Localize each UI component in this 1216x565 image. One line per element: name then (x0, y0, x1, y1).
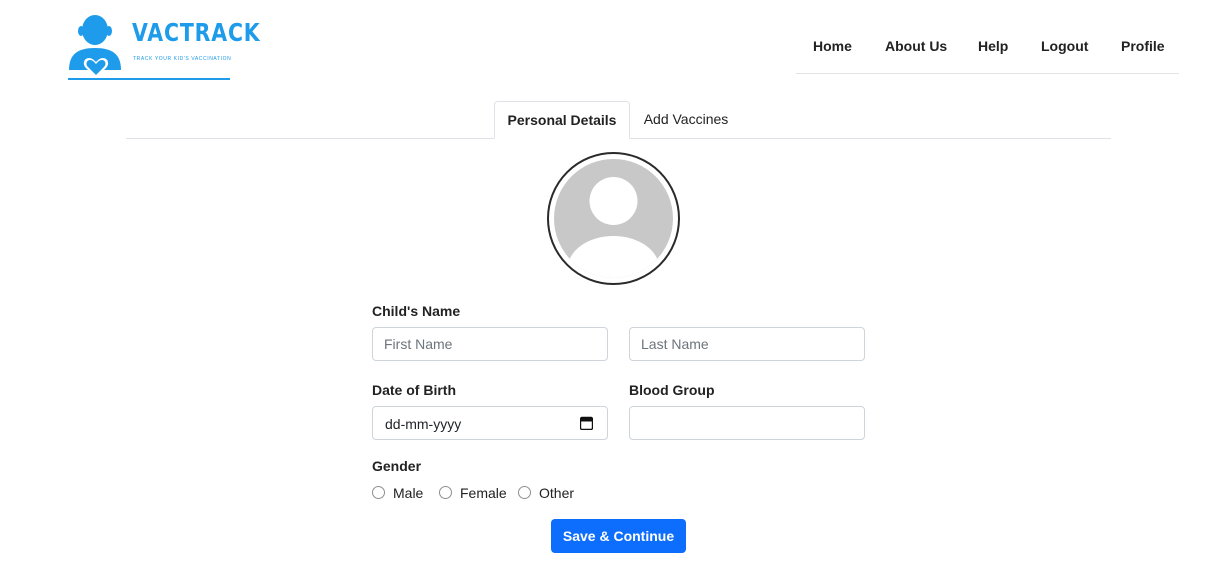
gender-other-label: Other (539, 485, 575, 501)
radio-circle[interactable] (518, 486, 531, 499)
save-and-continue-button[interactable]: Save & Continue (551, 519, 686, 553)
child-heart-logo-icon (69, 15, 121, 78)
date-of-birth-label: Date of Birth (372, 382, 456, 398)
blood-group-input[interactable] (629, 406, 865, 440)
childs-name-label: Child's Name (372, 303, 461, 319)
gender-male-label: Male (393, 485, 424, 501)
brand-underline (68, 78, 230, 80)
blood-group-label: Blood Group (629, 382, 715, 398)
user-placeholder-icon (554, 159, 673, 278)
radio-circle[interactable] (372, 486, 385, 499)
tab-add-vaccines[interactable]: Add Vaccines (632, 101, 740, 138)
radio-circle[interactable] (439, 486, 452, 499)
brand-name: VACTRACK (132, 18, 261, 47)
date-of-birth-value: dd-mm-yyyy (385, 416, 462, 432)
last-name-input[interactable] (629, 327, 865, 361)
profile-photo-upload[interactable] (547, 152, 680, 285)
tab-personal-details[interactable]: Personal Details (494, 101, 630, 139)
calendar-icon[interactable] (579, 416, 594, 435)
gender-female-label: Female (460, 485, 507, 501)
nav-logout-link[interactable]: Logout (1041, 38, 1088, 54)
brand-logo[interactable]: VACTRACK TRACK YOUR KID'S VACCINATION (66, 12, 260, 82)
nav-help-link[interactable]: Help (978, 38, 1008, 54)
form-tabs: Personal Details Add Vaccines (126, 101, 1111, 139)
first-name-input[interactable] (372, 327, 608, 361)
nav-about-us-link[interactable]: About Us (885, 38, 947, 54)
nav-profile-link[interactable]: Profile (1121, 38, 1165, 54)
top-navigation: Home About Us Help Logout Profile (796, 25, 1179, 74)
date-of-birth-input[interactable]: dd-mm-yyyy (372, 406, 608, 440)
nav-home-link[interactable]: Home (813, 38, 852, 54)
brand-tagline: TRACK YOUR KID'S VACCINATION (133, 56, 232, 62)
gender-label: Gender (372, 458, 422, 474)
